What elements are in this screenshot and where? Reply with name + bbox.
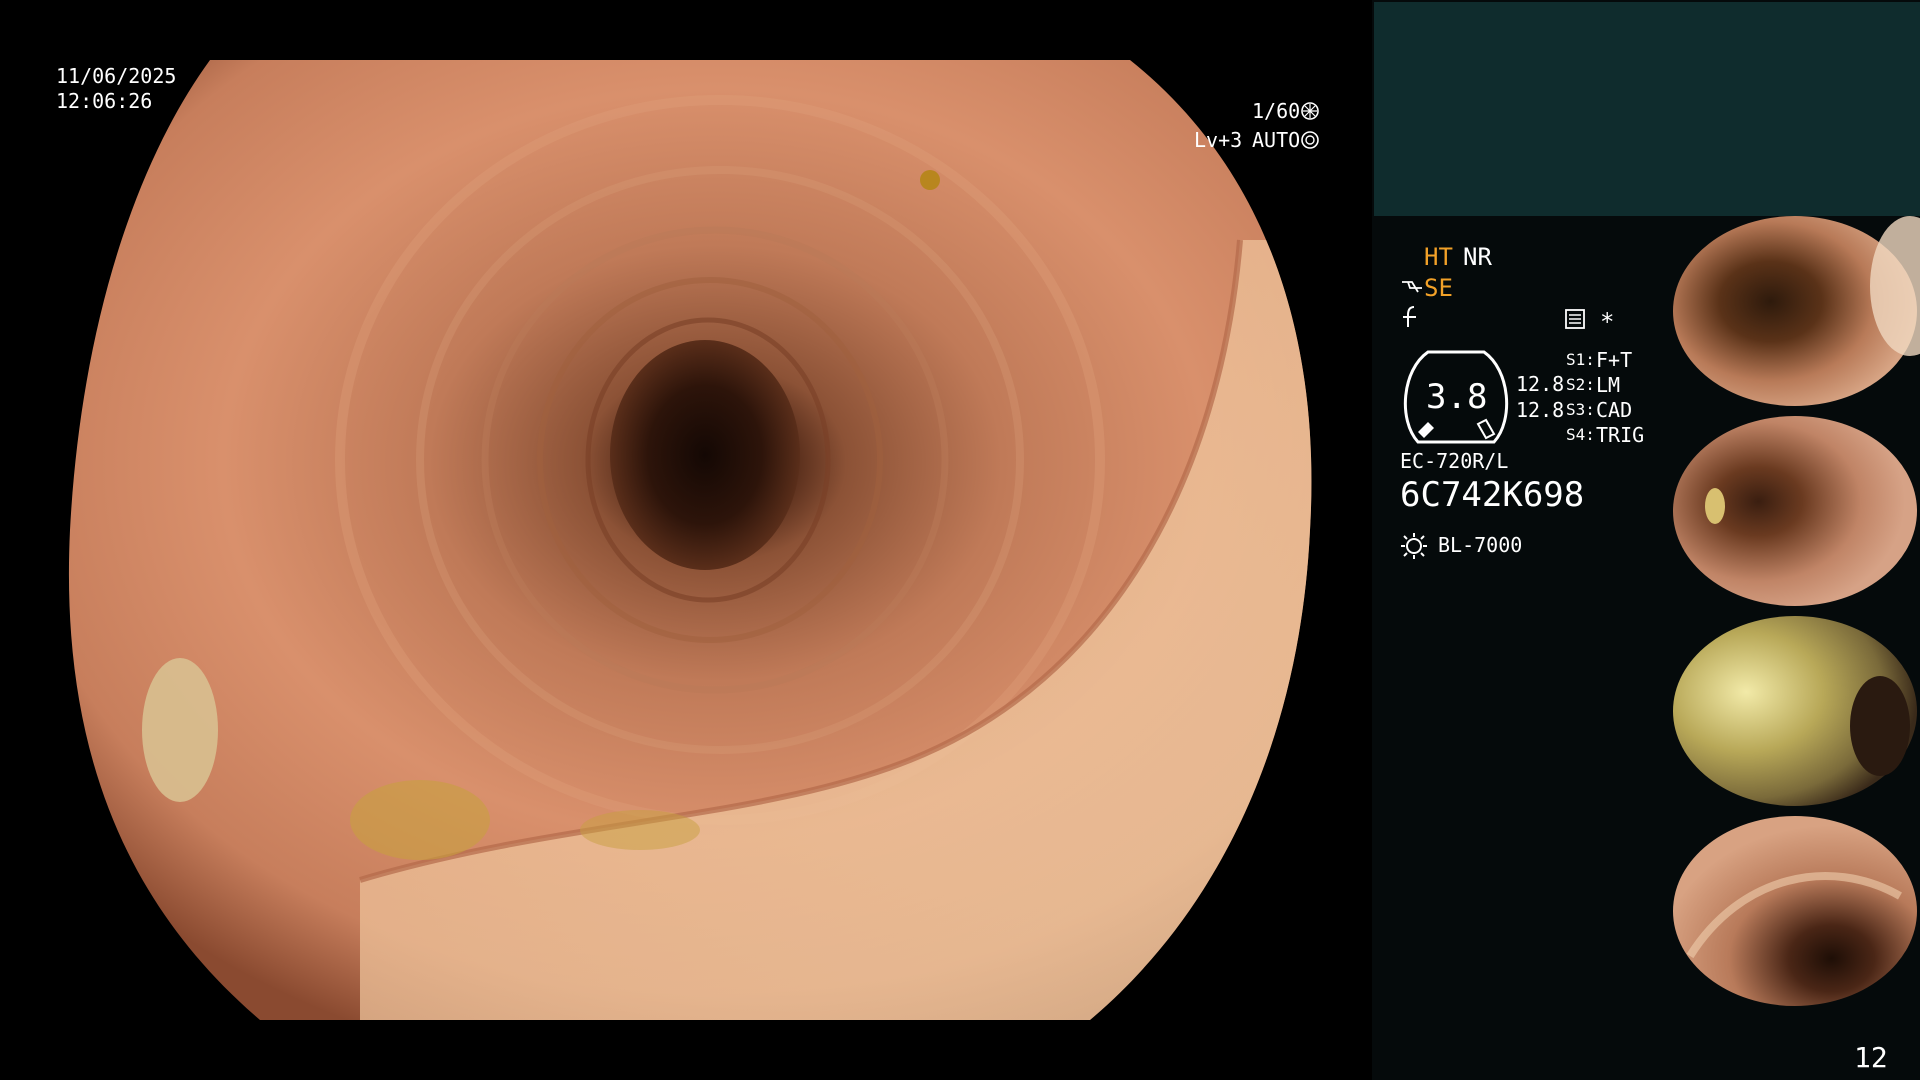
scope-serial: 6C742K698 [1400,475,1585,515]
time-label: 12:06:26 [56,89,153,113]
se-label: SE [1424,274,1453,302]
ht-label: HT [1424,243,1453,271]
s2-key: S2: [1566,375,1595,394]
s3-key: S3: [1566,400,1595,419]
value-b: 12.8 [1516,398,1565,422]
nr-label: NR [1463,243,1492,271]
page-number: 12 [1854,1041,1888,1074]
s3-value: CAD [1596,398,1633,422]
asterisk-mark: * [1600,308,1615,336]
capture-thumbnail[interactable] [1670,616,1920,806]
shutter-value: 1/60 [1252,99,1301,123]
capture-thumbnail[interactable] [1670,416,1920,606]
s1-key: S1: [1566,350,1595,369]
light-source-label: BL-7000 [1438,533,1523,557]
endoscope-image [68,60,1312,1020]
capture-thumbnail[interactable] [1670,816,1920,1006]
menu-list-icon [1564,308,1586,333]
gauge-value: 3.8 [1426,377,1488,417]
freeze-icon [1400,305,1422,332]
scope-tip-icon [1400,276,1424,301]
s2-value: LM [1596,373,1621,397]
scope-model: EC-720R/L [1400,449,1509,473]
s4-value: TRIG [1596,423,1645,447]
shutter-icon [1300,101,1320,124]
s1-value: F+T [1596,348,1633,372]
date-label: 11/06/2025 [56,64,177,88]
iris-mode: AUTO [1252,128,1301,152]
preview-box [1374,2,1920,216]
iris-icon [1300,130,1320,153]
capture-thumbnail[interactable] [1670,216,1920,406]
value-a: 12.8 [1516,372,1565,396]
s4-key: S4: [1566,425,1595,444]
level-value: Lv+3 [1194,128,1243,152]
light-bulb-icon [1400,532,1428,563]
